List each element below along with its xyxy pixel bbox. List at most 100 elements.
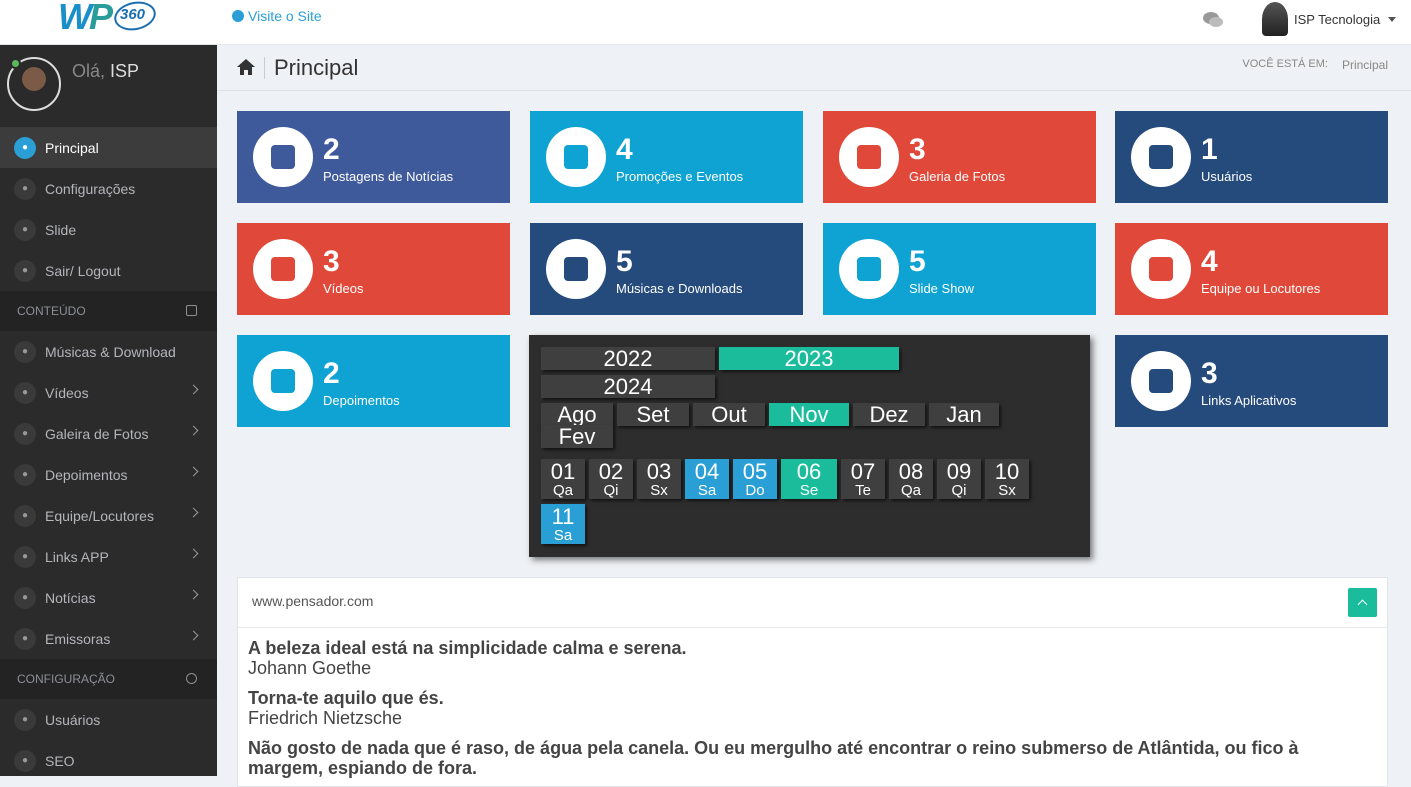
year-option[interactable]: 2023 [719, 347, 899, 370]
section-configuracao: CONFIGURAÇÃO [0, 659, 217, 699]
quote-text: Não gosto de nada que é raso, de água pe… [248, 738, 1299, 778]
sidebar-item-galeira-de-fotos[interactable]: ● Galeira de Fotos [0, 413, 217, 454]
sidebar-item-not-cias[interactable]: ● Notícias [0, 577, 217, 618]
users-icon [1131, 239, 1191, 299]
day-option[interactable]: 04 Sa [685, 459, 729, 499]
day-number: 09 [946, 459, 972, 484]
sidebar-item-equipe-locutores[interactable]: ● Equipe/Locutores [0, 495, 217, 536]
visit-site-label: Visite o Site [248, 8, 322, 24]
day-weekday: Se [799, 482, 819, 499]
day-option[interactable]: 01 Qa [541, 459, 585, 499]
greeting: Olá, ISP [72, 61, 140, 81]
chat-icon[interactable] [1202, 11, 1224, 29]
day-option[interactable]: 09 Qi [937, 459, 981, 499]
day-option[interactable]: 11 Sa [541, 504, 585, 544]
sidebar-item-v-deos[interactable]: ● Vídeos [0, 372, 217, 413]
sidebar-item-label: Configurações [45, 180, 136, 197]
month-option[interactable]: Set [617, 403, 689, 426]
day-option[interactable]: 08 Qa [889, 459, 933, 499]
day-weekday: Do [745, 482, 765, 499]
stat-box[interactable]: 5 Músicas e Downloads [530, 223, 803, 315]
stat-label: Links Aplicativos [1201, 393, 1297, 408]
day-weekday: Qi [951, 482, 967, 499]
stat-box[interactable]: 3 Vídeos [237, 223, 510, 315]
sidebar-item-emissoras[interactable]: ● Emissoras [0, 618, 217, 659]
breadcrumb-current[interactable]: Principal [1342, 58, 1388, 72]
day-weekday: Qa [900, 482, 921, 499]
sliders-icon [839, 239, 899, 299]
day-number: 02 [598, 459, 624, 484]
sidebar-item-label: Slide [45, 221, 77, 238]
sidebar-item-m-sicas-download[interactable]: ● Músicas & Download [0, 331, 217, 372]
day-weekday: Sa [697, 482, 717, 499]
edit-icon [186, 305, 197, 316]
sidebar-item-usu-rios[interactable]: ● Usuários [0, 699, 217, 740]
stat-value: 5 [909, 245, 926, 278]
month-option[interactable]: Nov [769, 403, 849, 426]
sidebar-item-configura-es[interactable]: ● Configurações [0, 168, 217, 209]
day-option[interactable]: 06 Se [781, 459, 837, 499]
calendar-icon [546, 127, 606, 187]
sidebar-profile: Olá, ISP [0, 45, 217, 127]
sidebar-item-label: Galeira de Fotos [45, 425, 149, 442]
stat-box[interactable]: 2 Depoimentos [237, 335, 510, 427]
sidebar-item-seo[interactable]: ● SEO [0, 740, 217, 781]
stat-box[interactable]: 3 Links Aplicativos [1115, 335, 1388, 427]
day-number: 06 [796, 459, 822, 484]
day-weekday: Qi [603, 482, 619, 499]
user-menu[interactable]: ISP Tecnologia [1262, 2, 1397, 36]
collapse-button[interactable] [1348, 588, 1377, 617]
audio-file-icon [546, 239, 606, 299]
month-option[interactable]: Ago [541, 403, 613, 426]
megaphone-icon: ● [14, 463, 36, 486]
avatar [1262, 2, 1288, 36]
sidebar-item-sair-logout[interactable]: ● Sair/ Logout [0, 250, 217, 291]
chevron-right-icon [188, 466, 199, 477]
sidebar-item-label: Usuários [45, 711, 101, 728]
day-option[interactable]: 02 Qi [589, 459, 633, 499]
stat-label: Galeria de Fotos [909, 169, 1006, 184]
gear-icon [186, 673, 197, 684]
image-icon: ● [14, 218, 36, 241]
stat-label: Vídeos [323, 281, 364, 296]
stat-value: 2 [323, 133, 340, 166]
day-number: 05 [742, 459, 768, 484]
section-conteudo: CONTEÚDO [0, 291, 217, 331]
month-option[interactable]: Fev [541, 425, 613, 448]
year-option[interactable]: 2024 [541, 375, 715, 398]
stat-box[interactable]: 4 Promoções e Eventos [530, 111, 803, 203]
day-option[interactable]: 03 Sx [637, 459, 681, 499]
day-option[interactable]: 05 Do [733, 459, 777, 499]
stat-value: 3 [323, 245, 340, 278]
logo[interactable]: WP 360 [56, 0, 159, 38]
stat-label: Slide Show [909, 281, 975, 296]
stat-box[interactable]: 5 Slide Show [823, 223, 1096, 315]
stat-box[interactable]: 1 Usuários [1115, 111, 1388, 203]
briefcase-icon: ● [14, 545, 36, 568]
stat-box[interactable]: 4 Equipe ou Locutores [1115, 223, 1388, 315]
page-title: Principal [274, 55, 359, 80]
stat-box[interactable]: 2 Postagens de Notícias [237, 111, 510, 203]
stat-value: 5 [616, 245, 633, 278]
day-number: 08 [898, 459, 924, 484]
sidebar-item-depoimentos[interactable]: ● Depoimentos [0, 454, 217, 495]
user-icon [1131, 127, 1191, 187]
sidebar-item-slide[interactable]: ● Slide [0, 209, 217, 250]
sidebar-item-principal[interactable]: ● Principal [0, 127, 217, 168]
quote-text: Torna-te aquilo que és. [248, 688, 444, 708]
globe-icon: ● [14, 749, 36, 772]
day-option[interactable]: 10 Sx [985, 459, 1029, 499]
month-option[interactable]: Dez [853, 403, 925, 426]
visit-site-link[interactable]: Visite o Site [232, 8, 322, 24]
day-number: 03 [646, 459, 672, 484]
sidebar-item-label: Vídeos [45, 384, 89, 401]
day-option[interactable]: 07 Te [841, 459, 885, 499]
year-option[interactable]: 2022 [541, 347, 715, 370]
quotes-source: www.pensador.com [252, 593, 374, 609]
month-option[interactable]: Jan [929, 403, 999, 426]
stat-box[interactable]: 3 Galeria de Fotos [823, 111, 1096, 203]
month-option[interactable]: Out [693, 403, 765, 426]
day-number: 01 [550, 459, 576, 484]
user-name: ISP Tecnologia [1294, 11, 1381, 27]
sidebar-item-links-app[interactable]: ● Links APP [0, 536, 217, 577]
